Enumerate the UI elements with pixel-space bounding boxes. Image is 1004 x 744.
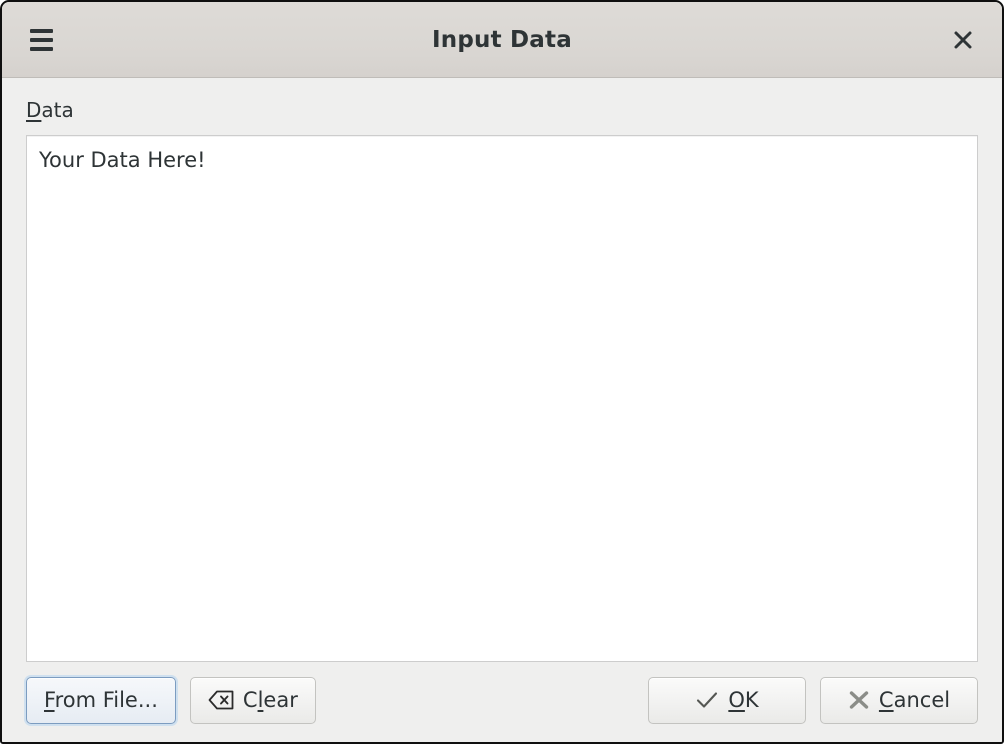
ok-rest: K — [744, 688, 759, 712]
action-bar-right: OK Cancel — [648, 676, 978, 724]
check-icon — [695, 690, 719, 710]
menu-bar-3 — [29, 47, 53, 51]
hamburger-menu-icon[interactable] — [20, 20, 62, 60]
clear-button[interactable]: Clear — [189, 676, 316, 724]
data-label-rest: ata — [41, 98, 74, 122]
input-data-dialog: Input Data Data Your Data Here! From Fil… — [0, 0, 1004, 744]
data-field-label: Data — [26, 99, 978, 125]
cross-icon — [848, 690, 870, 710]
ok-label: OK — [728, 688, 758, 712]
dialog-body: Data Your Data Here! From File... Clear — [2, 78, 1002, 742]
menu-bar-1 — [29, 29, 53, 33]
data-textarea[interactable]: Your Data Here! — [26, 135, 978, 662]
data-label-mnemonic: D — [26, 98, 42, 122]
ok-button[interactable]: OK — [648, 676, 806, 724]
from-file-button[interactable]: From File... — [26, 676, 176, 724]
from-file-mnemonic: F — [44, 688, 55, 712]
close-icon[interactable] — [942, 19, 984, 61]
clear-label: Clear — [243, 688, 298, 712]
ok-mnemonic: O — [728, 688, 745, 712]
from-file-rest: rom File... — [54, 688, 158, 712]
clear-rest: ear — [263, 688, 298, 712]
menu-bar-2 — [29, 38, 53, 42]
cancel-button[interactable]: Cancel — [820, 676, 978, 724]
from-file-label: From File... — [44, 688, 158, 712]
cancel-rest: ancel — [893, 688, 951, 712]
backspace-icon — [208, 690, 234, 710]
cancel-mnemonic: C — [878, 688, 894, 712]
action-bar-left: From File... Clear — [26, 676, 316, 724]
title-bar: Input Data — [2, 2, 1002, 78]
clear-prefix: C — [242, 688, 258, 712]
window-title: Input Data — [432, 26, 572, 53]
action-bar: From File... Clear OK Cancel — [26, 662, 978, 742]
cancel-label: Cancel — [879, 688, 950, 712]
